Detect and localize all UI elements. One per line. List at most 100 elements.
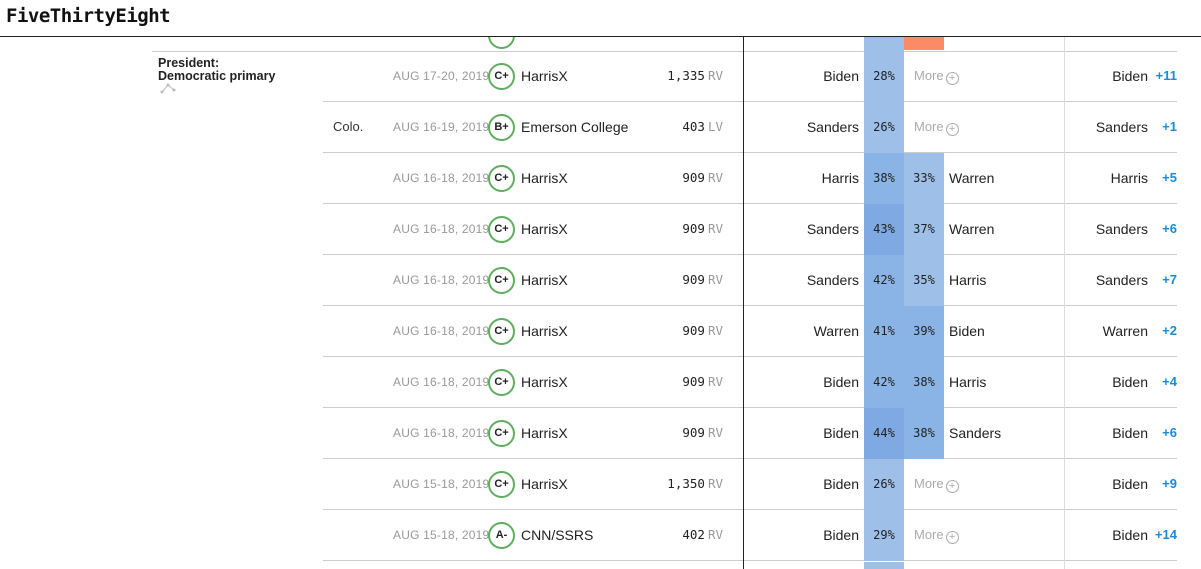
candidate-1-name: Biden xyxy=(823,68,859,84)
table-row[interactable]: AUG 16-18, 2019 C+ HarrisX 909 RV Biden 42% 38%… xyxy=(323,357,1177,408)
pollster-name[interactable]: HarrisX xyxy=(521,272,568,288)
candidate-1-name: Biden xyxy=(823,527,859,543)
candidate-2-name: Warren xyxy=(949,221,995,237)
pollster-name[interactable]: HarrisX xyxy=(521,323,568,339)
leader-name: Biden xyxy=(1112,425,1148,441)
sample-count: 1,350 xyxy=(667,476,705,491)
pollster-grade-badge[interactable]: C+ xyxy=(488,216,515,243)
pollster-name[interactable]: HarrisX xyxy=(521,476,568,492)
table-row[interactable]: AUG 17-20, 2019 C+ HarrisX 1,335 RV Biden 28% M… xyxy=(323,51,1177,102)
more-label: More xyxy=(914,476,944,491)
pollster-name[interactable]: Emerson College xyxy=(521,119,628,135)
sample-count: 1,335 xyxy=(667,68,705,83)
pollster-grade-badge[interactable]: A- xyxy=(488,522,515,549)
table-row[interactable]: AUG 15-18, 2019 C+ HarrisX 1,350 RV Biden 26% M… xyxy=(323,459,1177,510)
candidate-2-pct: 33% xyxy=(904,153,944,204)
candidate-1-pct: 42% xyxy=(864,255,904,306)
candidate-2-name: Sanders xyxy=(949,425,1002,441)
table-row[interactable]: AUG 15-18, 2019 A- CNN/SSRS 402 RV Biden 29% Mo… xyxy=(323,510,1177,561)
candidate-2-pct: 35% xyxy=(904,255,944,306)
candidate-1-name: Biden xyxy=(823,476,859,492)
sample-type: RV xyxy=(707,425,723,440)
pollster-grade-badge[interactable]: B+ xyxy=(488,114,515,141)
sample-size: 909 RV xyxy=(623,170,723,185)
sample-type: RV xyxy=(707,374,723,389)
candidate-1-pct: 38% xyxy=(864,153,904,204)
plus-circle-icon: + xyxy=(945,480,959,493)
leader-margin: +11 xyxy=(1155,68,1177,83)
pct-bar-partial xyxy=(864,37,904,51)
pollster-name[interactable]: HarrisX xyxy=(521,170,568,186)
pollster-grade-badge[interactable]: C+ xyxy=(488,318,515,345)
sample-size: 909 RV xyxy=(623,323,723,338)
pollster-grade-badge[interactable]: C+ xyxy=(488,420,515,447)
candidate-1-pct: 29% xyxy=(864,510,904,561)
poll-dates: AUG 16-18, 2019 xyxy=(393,222,490,236)
pollster-name[interactable]: HarrisX xyxy=(521,374,568,390)
pollster-name[interactable]: HarrisX xyxy=(521,68,568,84)
candidate-1-name: Sanders xyxy=(806,272,859,288)
sample-size: 403 LV xyxy=(623,119,723,134)
sample-count: 909 xyxy=(682,221,705,236)
sample-type: LV xyxy=(707,119,723,134)
leader-name: Warren xyxy=(1102,323,1148,339)
pollster-grade-badge[interactable]: C+ xyxy=(488,165,515,192)
pollster-grade-badge[interactable]: C+ xyxy=(488,369,515,396)
plus-circle-icon: + xyxy=(945,72,959,85)
pollster-grade-badge[interactable]: C+ xyxy=(488,63,515,90)
sample-count: 909 xyxy=(682,425,705,440)
poll-dates: AUG 16-19, 2019 xyxy=(393,120,490,134)
site-header: FiveThirtyEight xyxy=(0,0,1201,37)
sample-count: 909 xyxy=(682,170,705,185)
table-row[interactable]: AUG 16-18, 2019 C+ HarrisX 909 RV Biden 44% 38%… xyxy=(323,408,1177,459)
pollster-name[interactable]: CNN/SSRS xyxy=(521,527,593,543)
sample-type: RV xyxy=(707,68,723,83)
site-logo[interactable]: FiveThirtyEight xyxy=(6,5,171,27)
leader-name: Sanders xyxy=(1095,272,1148,288)
leader-margin: +1 xyxy=(1162,119,1177,134)
leader-name: Harris xyxy=(1110,170,1148,186)
pollster-grade-badge[interactable]: C+ xyxy=(488,471,515,498)
poll-state: Colo. xyxy=(333,119,364,134)
table-row[interactable]: AUG 16-18, 2019 C+ HarrisX 909 RV Warren 41% 39… xyxy=(323,306,1177,357)
sample-count: 909 xyxy=(682,374,705,389)
candidate-1-pct: 42% xyxy=(864,357,904,408)
poll-dates: AUG 16-18, 2019 xyxy=(393,375,490,389)
table-row[interactable]: AUG 16-18, 2019 C+ HarrisX 909 RV Harris 38% 33… xyxy=(323,153,1177,204)
leader-name: Sanders xyxy=(1095,221,1148,237)
sample-type: RV xyxy=(707,323,723,338)
sample-size: 909 RV xyxy=(623,272,723,287)
candidate-2-name: Warren xyxy=(949,170,995,186)
more-button[interactable]: More + xyxy=(914,527,959,544)
sample-size: 909 RV xyxy=(623,221,723,236)
share-icon[interactable] xyxy=(160,82,176,94)
pct-bar-partial-orange xyxy=(904,37,944,50)
leader-margin: +5 xyxy=(1162,170,1177,185)
pollster-name[interactable]: HarrisX xyxy=(521,221,568,237)
pct-bar-partial-bottom xyxy=(864,562,904,569)
leader-name: Sanders xyxy=(1095,119,1148,135)
section-label: President: Democratic primary xyxy=(158,57,275,83)
candidate-2-pct: 37% xyxy=(904,204,944,255)
candidate-1-name: Sanders xyxy=(806,221,859,237)
candidate-1-pct: 26% xyxy=(864,459,904,510)
poll-dates: AUG 16-18, 2019 xyxy=(393,171,490,185)
candidate-1-pct: 41% xyxy=(864,306,904,357)
candidate-2-pct: 38% xyxy=(904,357,944,408)
leader-margin: +9 xyxy=(1162,476,1177,491)
more-button[interactable]: More + xyxy=(914,119,959,136)
candidate-1-name: Biden xyxy=(823,425,859,441)
table-row[interactable]: AUG 16-18, 2019 C+ HarrisX 909 RV Sanders 43% 3… xyxy=(323,204,1177,255)
sample-size: 909 RV xyxy=(623,374,723,389)
table-row[interactable]: Colo. AUG 16-19, 2019 B+ Emerson College 403… xyxy=(323,102,1177,153)
pollster-name[interactable]: HarrisX xyxy=(521,425,568,441)
more-button[interactable]: More + xyxy=(914,68,959,85)
poll-dates: AUG 17-20, 2019 xyxy=(393,69,490,83)
leader-margin: +4 xyxy=(1162,374,1177,389)
pollster-grade-badge[interactable]: C+ xyxy=(488,267,515,294)
table-row[interactable]: AUG 16-18, 2019 C+ HarrisX 909 RV Sanders 42% 3… xyxy=(323,255,1177,306)
more-button[interactable]: More + xyxy=(914,476,959,493)
leader-margin: +14 xyxy=(1154,527,1177,542)
candidate-1-pct: 44% xyxy=(864,408,904,459)
poll-dates: AUG 16-18, 2019 xyxy=(393,426,490,440)
